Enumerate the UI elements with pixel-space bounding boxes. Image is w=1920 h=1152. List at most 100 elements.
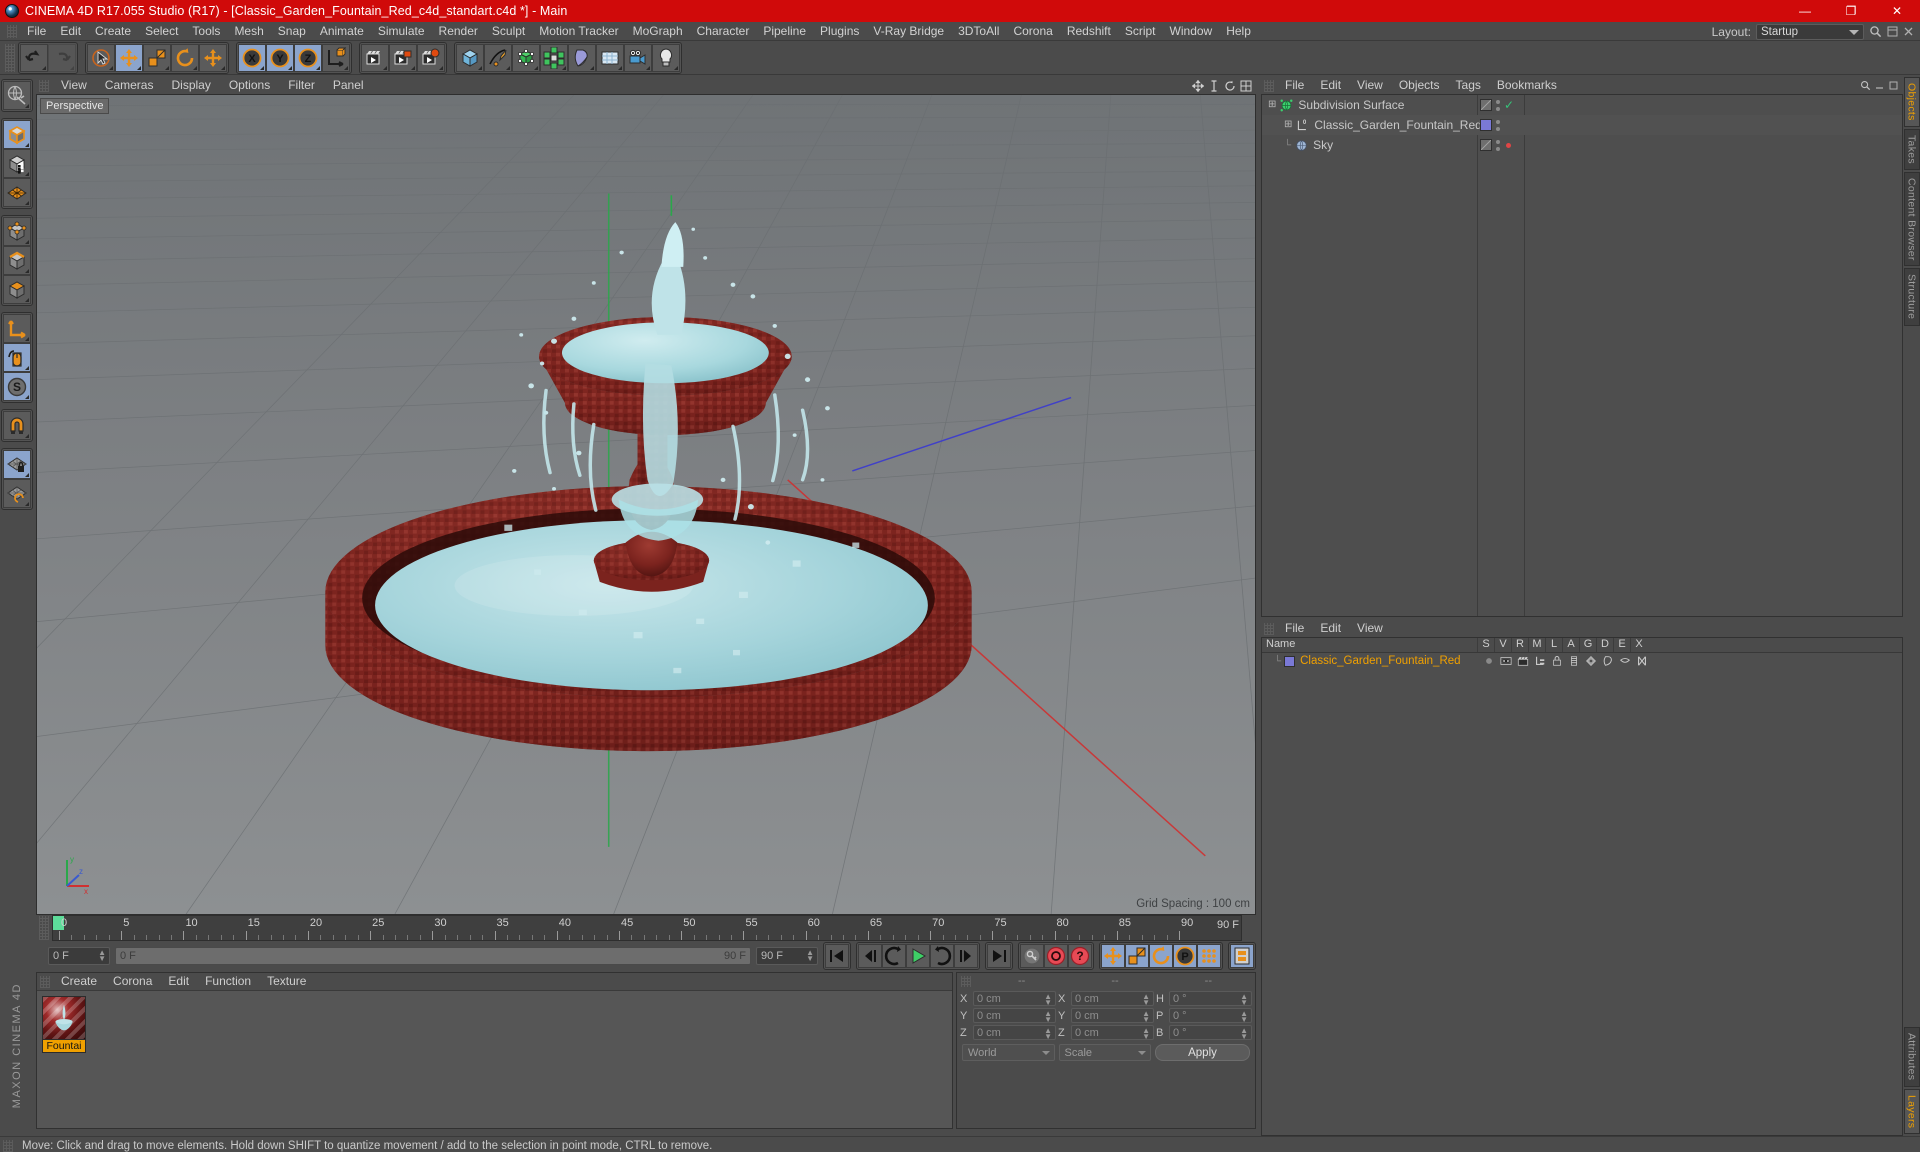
point-level-animation-toggle[interactable] [1197, 944, 1221, 968]
viewport-grip[interactable] [39, 79, 49, 92]
record-active-objects-button[interactable] [1044, 944, 1068, 968]
scale-tool[interactable] [143, 43, 171, 72]
object-menu-file[interactable]: File [1277, 77, 1312, 94]
add-generator-object[interactable] [512, 43, 540, 72]
menu-item-character[interactable]: Character [690, 22, 757, 41]
search-icon[interactable] [1860, 80, 1871, 91]
material-menu-texture[interactable]: Texture [259, 973, 314, 990]
stepper-icon[interactable]: ▲ ▼ [1044, 1010, 1052, 1024]
right-tab-takes[interactable]: Takes [1903, 128, 1920, 170]
autokeying-button[interactable] [1020, 944, 1044, 968]
viewport-menu-display[interactable]: Display [162, 77, 219, 94]
menu-item-render[interactable]: Render [432, 22, 485, 41]
render-visibility-dot[interactable] [1496, 126, 1500, 131]
menu-item-plugins[interactable]: Plugins [813, 22, 866, 41]
stepper-icon[interactable]: ▲ ▼ [1142, 1027, 1150, 1041]
solo-dot-icon[interactable] [1480, 655, 1497, 667]
menu-item-tools[interactable]: Tools [185, 22, 227, 41]
menu-item-create[interactable]: Create [88, 22, 138, 41]
visibility-dots[interactable] [1496, 139, 1500, 151]
size-y-field[interactable]: 0 cm ▲ ▼ [1071, 1008, 1154, 1024]
rotation-b-field[interactable]: 0 ° ▲ ▼ [1169, 1025, 1252, 1041]
visibility-toggle-icon[interactable] [1480, 99, 1492, 111]
position-x-field[interactable]: 0 cm ▲ ▼ [973, 991, 1056, 1007]
lock-icon[interactable] [1548, 655, 1565, 667]
menu-item-script[interactable]: Script [1118, 22, 1163, 41]
object-menu-objects[interactable]: Objects [1391, 77, 1448, 94]
end-frame-field[interactable]: 90 F ▲ ▼ [756, 947, 818, 965]
expand-toggle-icon[interactable]: ⊞ [1284, 120, 1292, 130]
layer-menu-file[interactable]: File [1277, 620, 1312, 637]
manager-icon[interactable] [1531, 655, 1548, 667]
position-z-field[interactable]: 0 cm ▲ ▼ [973, 1025, 1056, 1041]
material-grip[interactable] [40, 975, 50, 988]
editor-visibility-dot[interactable] [1496, 139, 1500, 144]
visibility-dots[interactable] [1496, 119, 1500, 131]
move-tool[interactable] [115, 43, 143, 72]
sky-tag-dot-icon[interactable] [1506, 142, 1511, 148]
menu-item-pipeline[interactable]: Pipeline [756, 22, 813, 41]
layer-menu-edit[interactable]: Edit [1312, 620, 1349, 637]
position-y-field[interactable]: 0 cm ▲ ▼ [973, 1008, 1056, 1024]
minimize-button[interactable]: — [1782, 0, 1828, 22]
menu-item-v-ray-bridge[interactable]: V-Ray Bridge [866, 22, 951, 41]
material-menu-corona[interactable]: Corona [105, 973, 160, 990]
menu-item-animate[interactable]: Animate [313, 22, 371, 41]
material-menu-edit[interactable]: Edit [160, 973, 197, 990]
menu-item-corona[interactable]: Corona [1006, 22, 1059, 41]
go-to-next-key-button[interactable] [954, 944, 978, 968]
model-mode-button[interactable] [3, 120, 31, 149]
material-tag-swatch[interactable] [1480, 119, 1492, 131]
material-list[interactable]: Fountai [37, 990, 952, 1128]
position-key-toggle[interactable] [1101, 944, 1125, 968]
maximize-button[interactable]: ❐ [1828, 0, 1874, 22]
animation-icon[interactable] [1565, 655, 1582, 667]
object-row[interactable]: ⊞ Subdivision Surface ✓ [1262, 95, 1902, 115]
stepper-icon[interactable]: ▲ ▼ [1044, 1027, 1052, 1041]
menu-item-file[interactable]: File [20, 22, 53, 41]
maximize-view-icon[interactable] [1240, 80, 1252, 92]
menu-item-mesh[interactable]: Mesh [227, 22, 270, 41]
move-view-icon[interactable] [1192, 79, 1204, 92]
expressions-icon[interactable] [1616, 655, 1633, 667]
visibility-dots[interactable] [1496, 99, 1500, 111]
timeline-ruler[interactable]: 90 F 0 5 10 15 20 25 30 35 40 45 50 55 60 65 70 75 80 85 9… [52, 915, 1242, 941]
editor-visibility-dot[interactable] [1496, 119, 1500, 124]
menu-item-snap[interactable]: Snap [271, 22, 313, 41]
rotation-h-field[interactable]: 0 ° ▲ ▼ [1169, 991, 1252, 1007]
add-spline-object[interactable] [484, 43, 512, 72]
edges-mode-button[interactable] [3, 246, 31, 275]
layer-menu-view[interactable]: View [1349, 620, 1391, 637]
play-button[interactable] [906, 944, 930, 968]
object-row[interactable]: └ Sky [1262, 135, 1902, 155]
menu-item-mograph[interactable]: MoGraph [626, 22, 690, 41]
render-visibility-dot[interactable] [1496, 146, 1500, 151]
minimize-panel-icon[interactable] [1874, 80, 1885, 91]
menu-item-3dtoall[interactable]: 3DToAll [951, 22, 1006, 41]
coordinate-system-dropdown[interactable]: World [962, 1044, 1055, 1061]
deformers-icon[interactable] [1599, 655, 1616, 667]
toolbar-grip[interactable] [5, 43, 15, 72]
menu-item-motion-tracker[interactable]: Motion Tracker [532, 22, 625, 41]
world-object-toggle[interactable] [322, 43, 350, 72]
size-z-field[interactable]: 0 cm ▲ ▼ [1071, 1025, 1154, 1041]
parameter-key-toggle[interactable]: P [1173, 944, 1197, 968]
menu-item-simulate[interactable]: Simulate [371, 22, 432, 41]
stepper-icon[interactable]: ▲ ▼ [98, 949, 106, 963]
stepper-icon[interactable]: ▲ ▼ [1240, 1010, 1248, 1024]
go-to-start-button[interactable] [825, 944, 849, 968]
visibility-toggle-icon[interactable] [1480, 139, 1492, 151]
object-grip[interactable] [1264, 79, 1274, 92]
editor-visibility-dot[interactable] [1496, 99, 1500, 104]
go-to-end-button[interactable] [987, 944, 1011, 968]
live-selection-tool[interactable] [87, 43, 115, 72]
menu-item-sculpt[interactable]: Sculpt [485, 22, 532, 41]
menu-item-window[interactable]: Window [1163, 22, 1220, 41]
rotation-p-field[interactable]: 0 ° ▲ ▼ [1169, 1008, 1252, 1024]
object-row[interactable]: ⊞ 0 Classic_Garden_Fountain_Red [1262, 115, 1902, 135]
add-cube-object[interactable] [456, 43, 484, 72]
stepper-icon[interactable]: ▲ ▼ [1142, 993, 1150, 1007]
layer-table[interactable]: Name S V R M L A G D E X └ Classic_Garden_Fountain_… [1261, 637, 1903, 1136]
snap-magnet-button[interactable] [3, 411, 31, 440]
xpresso-icon[interactable] [1633, 655, 1650, 667]
